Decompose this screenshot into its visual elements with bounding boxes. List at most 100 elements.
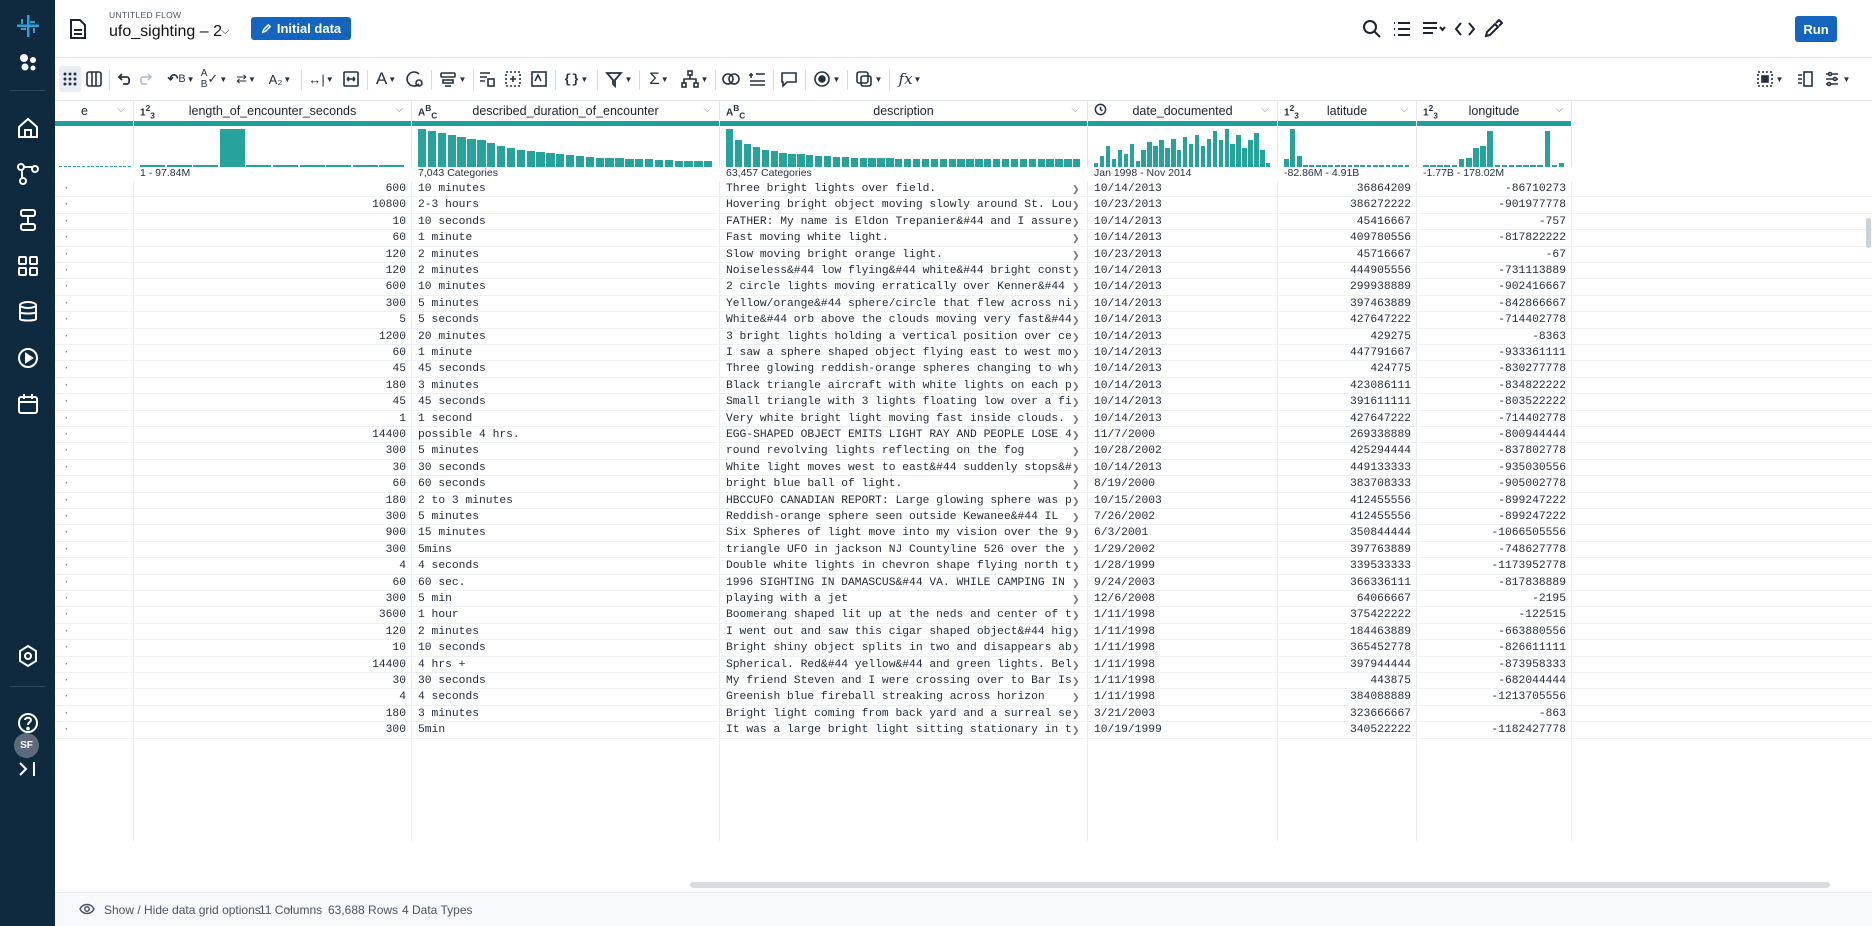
- histogram-bar[interactable]: [1010, 159, 1019, 167]
- regex-icon[interactable]: [527, 66, 551, 92]
- table-cell-described-duration-of-encounter[interactable]: 5 min: [412, 591, 720, 607]
- column-histogram[interactable]: [412, 127, 720, 167]
- table-cell-described-duration-of-encounter[interactable]: 15 minutes: [412, 525, 720, 541]
- histogram-bar[interactable]: [1290, 129, 1296, 167]
- histogram-bar[interactable]: [1129, 144, 1135, 167]
- filter-icon[interactable]: ▼: [601, 66, 635, 92]
- move-column-icon[interactable]: ↔| ▼: [305, 66, 337, 92]
- table-cell-description[interactable]: Three glowing reddish-orange spheres cha…: [720, 361, 1072, 377]
- expand-cell-icon[interactable]: ❯: [1072, 315, 1080, 326]
- table-cell-latitude[interactable]: 365452778: [1278, 640, 1417, 656]
- histogram-bar[interactable]: [770, 151, 778, 167]
- table-cell-date-documented[interactable]: 10/14/2013: [1088, 279, 1278, 295]
- table-cell-latitude[interactable]: 397763889: [1278, 542, 1417, 558]
- histogram-bar[interactable]: [68, 166, 72, 167]
- database-icon[interactable]: [0, 292, 55, 332]
- table-cell-description[interactable]: FATHER: My name is Eldon Trepanier&#44 a…: [720, 214, 1072, 230]
- table-cell-latitude[interactable]: 443875: [1278, 673, 1417, 689]
- table-row[interactable]: · 1 1 second Very white bright light moving…: [55, 411, 1872, 427]
- table-cell-latitude[interactable]: 424775: [1278, 361, 1417, 377]
- histogram-bar[interactable]: [1248, 140, 1253, 167]
- table-row[interactable]: · 10 10 seconds Bright shiny object splits …: [55, 640, 1872, 657]
- column-header[interactable]: 123 length_of_encounter_seconds ⌵: [134, 101, 412, 121]
- expand-cell-icon[interactable]: ❯: [1072, 446, 1080, 457]
- table-cell-date-documented[interactable]: 1/29/2002: [1088, 542, 1278, 558]
- table-cell-description[interactable]: Greenish blue fireball streaking across …: [720, 689, 1072, 705]
- histogram-bar[interactable]: [477, 140, 486, 167]
- table-cell-description[interactable]: I saw a sphere shaped object flying east…: [720, 345, 1072, 361]
- table-cell-description[interactable]: Yellow/orange&#44 sphere/circle that fle…: [720, 296, 1072, 312]
- histogram-bar[interactable]: [100, 166, 104, 167]
- column-histogram[interactable]: [1417, 127, 1572, 167]
- table-cell-length-of-encounter-seconds[interactable]: 14400: [134, 657, 412, 673]
- table-cell-description[interactable]: EGG-SHAPED OBJECT EMITS LIGHT RAY AND PE…: [720, 427, 1072, 443]
- table-cell-description[interactable]: playing with a jet: [720, 591, 1072, 607]
- explore-icon[interactable]: [0, 42, 55, 82]
- histogram-bar[interactable]: [1159, 140, 1164, 167]
- histogram-bar[interactable]: [1372, 165, 1378, 167]
- table-cell-length-of-encounter-seconds[interactable]: 10: [134, 640, 412, 656]
- histogram-bar[interactable]: [536, 152, 545, 167]
- table-cell-description[interactable]: bright blue ball of light.: [720, 476, 1072, 492]
- table-cell-longitude[interactable]: -826611111: [1417, 640, 1572, 656]
- chevron-down-icon[interactable]: ⌵: [117, 104, 125, 115]
- table-cell-description[interactable]: Noiseless&#44 low flying&#44 white&#44 b…: [720, 263, 1072, 279]
- histogram-bar[interactable]: [1404, 165, 1410, 167]
- histogram-bar[interactable]: [1473, 148, 1479, 167]
- code-icon[interactable]: [1452, 16, 1478, 42]
- expand-cell-icon[interactable]: ❯: [1072, 643, 1080, 654]
- filter-rows-icon[interactable]: ▼: [435, 66, 469, 92]
- table-cell-latitude[interactable]: 45416667: [1278, 214, 1417, 230]
- run-history-icon[interactable]: [0, 338, 55, 378]
- histogram-bar[interactable]: [1046, 159, 1054, 167]
- expand-cell-icon[interactable]: ❯: [1072, 479, 1080, 490]
- search-icon[interactable]: [1359, 16, 1385, 42]
- histogram-bar[interactable]: [1001, 159, 1010, 167]
- histogram-bar[interactable]: [1123, 153, 1129, 167]
- join-icon[interactable]: [719, 66, 743, 92]
- table-cell-length-of-encounter-seconds[interactable]: 300: [134, 591, 412, 607]
- table-cell-latitude[interactable]: 184463889: [1278, 624, 1417, 640]
- table-cell-length-of-encounter-seconds[interactable]: 600: [134, 181, 412, 197]
- expand-cell-icon[interactable]: ❯: [1072, 610, 1080, 621]
- column-histogram[interactable]: [55, 127, 134, 167]
- histogram-bar[interactable]: [841, 157, 850, 167]
- table-cell-date-documented[interactable]: 6/3/2001: [1088, 525, 1278, 541]
- histogram-bar[interactable]: [1544, 130, 1551, 167]
- histogram-bar[interactable]: [975, 159, 983, 167]
- histogram-bar[interactable]: [575, 155, 585, 167]
- histogram-bar[interactable]: [77, 166, 81, 167]
- table-cell-latitude[interactable]: 449133333: [1278, 460, 1417, 476]
- histogram-bar[interactable]: [487, 143, 496, 167]
- table-cell-described-duration-of-encounter[interactable]: 2-3 hours: [412, 197, 720, 213]
- table-row[interactable]: · 60 1 minute Fast moving white light. ❯ 10/1…: [55, 230, 1872, 247]
- expand-cell-icon[interactable]: ❯: [1072, 233, 1080, 244]
- table-cell-length-of-encounter-seconds[interactable]: 300: [134, 296, 412, 312]
- table-cell-described-duration-of-encounter[interactable]: possible 4 hrs.: [412, 427, 720, 443]
- table-cell-description[interactable]: 1996 SIGHTING IN DAMASCUS&#44 VA. WHILE …: [720, 575, 1072, 591]
- table-cell-description[interactable]: Three bright lights over field.: [720, 181, 1072, 197]
- histogram-bar[interactable]: [904, 158, 912, 167]
- table-cell-length-of-encounter-seconds[interactable]: 45: [134, 394, 412, 410]
- histogram-bar[interactable]: [1064, 159, 1072, 167]
- histogram-bar[interactable]: [654, 159, 664, 167]
- table-cell-described-duration-of-encounter[interactable]: 2 to 3 minutes: [412, 493, 720, 509]
- table-cell-latitude[interactable]: 409780556: [1278, 230, 1417, 246]
- table-cell-described-duration-of-encounter[interactable]: 10 seconds: [412, 214, 720, 230]
- table-cell-described-duration-of-encounter[interactable]: 5 minutes: [412, 509, 720, 525]
- histogram-bar[interactable]: [625, 158, 634, 167]
- table-cell-date-documented[interactable]: 10/14/2013: [1088, 312, 1278, 328]
- histogram-bar[interactable]: [352, 165, 378, 167]
- histogram-bar[interactable]: [615, 158, 624, 167]
- table-cell-longitude[interactable]: -682044444: [1417, 673, 1572, 689]
- table-row[interactable]: · 180 2 to 3 minutes HBCCUFO CANADIAN REPOR…: [55, 493, 1872, 509]
- table-cell-length-of-encounter-seconds[interactable]: 60: [134, 230, 412, 246]
- expand-cell-icon[interactable]: ❯: [1072, 496, 1080, 507]
- histogram-bar[interactable]: [105, 166, 108, 167]
- histogram-bar[interactable]: [1117, 149, 1123, 167]
- histogram-bar[interactable]: [1523, 165, 1529, 167]
- expand-cell-icon[interactable]: ❯: [1072, 528, 1080, 539]
- histogram-bar[interactable]: [1398, 165, 1404, 167]
- vertical-scrollbar[interactable]: [1866, 218, 1871, 248]
- histogram-bar[interactable]: [1105, 146, 1111, 167]
